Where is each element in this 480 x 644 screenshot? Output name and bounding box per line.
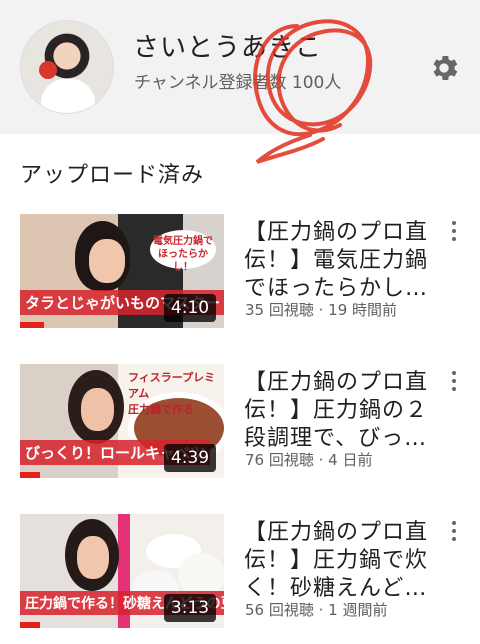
watch-progress-bar [20,472,41,478]
video-meta: 76 回視聴 · 4 日前 [245,451,373,469]
avatar[interactable] [20,20,114,114]
video-title[interactable]: 【圧力鍋のプロ直伝！】圧力鍋の２段調理で、びっ… [244,369,440,453]
video-thumbnail[interactable]: 圧力鍋で作る！砂糖えんどうの豆ごはん 3:13 [20,514,224,628]
video-thumbnail[interactable]: フィスラープレミアム 圧力鍋で作る びっくり！ロールキャベツ 4:39 [20,364,224,478]
video-meta: 56 回視聴 · 1 週間前 [245,601,388,619]
gear-icon[interactable] [427,51,461,85]
channel-title[interactable]: さいとうあきこ [133,27,322,64]
duration-badge: 4:10 [164,294,216,322]
video-thumbnail[interactable]: 電気圧力鍋でほったらかし！ タラとじゃがいものマスタード煮 4:10 [20,214,224,328]
subscriber-count: チャンネル登録者数 100人 [134,73,342,93]
channel-header: さいとうあきこ チャンネル登録者数 100人 [0,0,480,134]
watch-progress-bar [20,322,45,328]
avatar-shirt [41,79,95,113]
video-meta: 35 回視聴 · 19 時間前 [245,301,398,319]
avatar-hand [39,61,57,79]
video-item-2[interactable]: フィスラープレミアム 圧力鍋で作る びっくり！ロールキャベツ 4:39 【圧力鍋の… [0,364,480,484]
more-vertical-icon[interactable] [447,521,461,549]
video-item-1[interactable]: 電気圧力鍋でほったらかし！ タラとじゃがいものマスタード煮 4:10 【圧力鍋の… [0,214,480,334]
watch-progress-bar [20,622,41,628]
uploads-heading: アップロード済み [20,163,205,188]
duration-badge: 3:13 [164,594,216,622]
duration-badge: 4:39 [164,444,216,472]
more-vertical-icon[interactable] [447,371,461,399]
video-item-3[interactable]: 圧力鍋で作る！砂糖えんどうの豆ごはん 3:13 【圧力鍋のプロ直伝！】圧力鍋で炊… [0,514,480,634]
video-title[interactable]: 【圧力鍋のプロ直伝！】電気圧力鍋でほったらかし… [244,219,440,303]
video-title[interactable]: 【圧力鍋のプロ直伝！】圧力鍋で炊く！砂糖えんど… [244,519,440,603]
more-vertical-icon[interactable] [447,221,461,249]
